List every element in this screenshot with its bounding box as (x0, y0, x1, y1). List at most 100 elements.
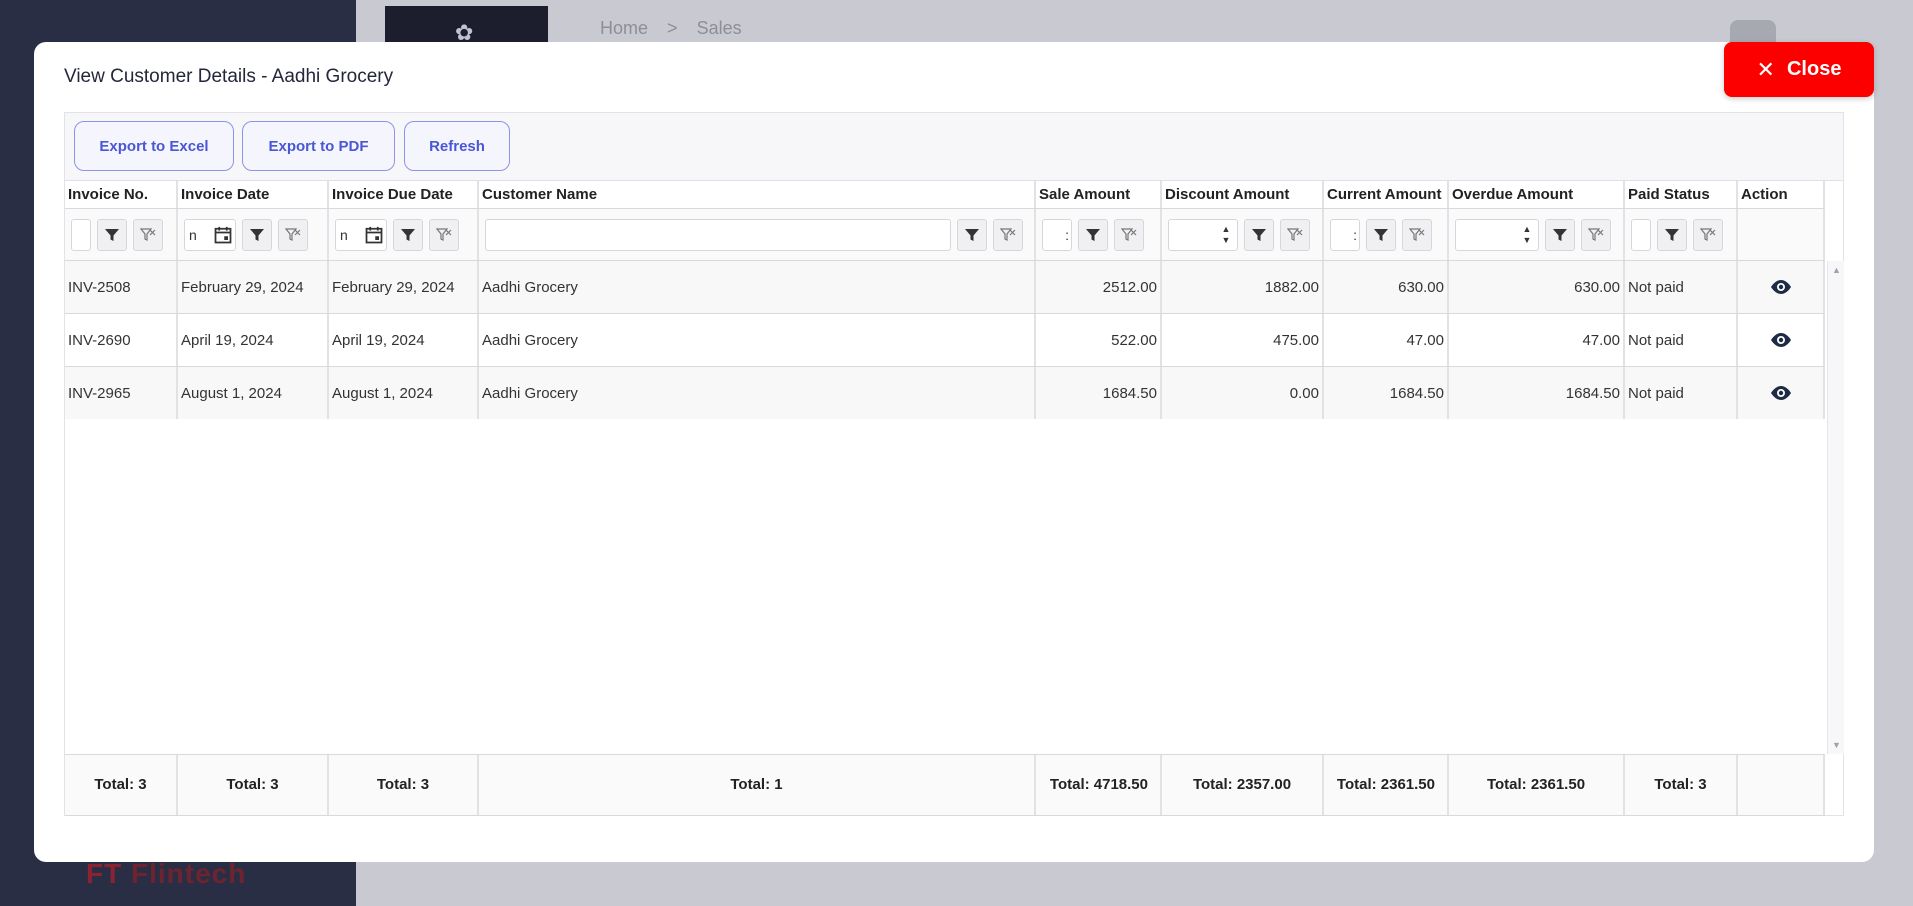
calendar-icon[interactable] (213, 225, 233, 245)
calendar-icon[interactable] (364, 225, 384, 245)
vertical-scrollbar[interactable]: ▲ ▼ (1827, 261, 1844, 754)
action-cell (1738, 314, 1825, 366)
customer-name-filter-input[interactable] (485, 218, 951, 251)
column-header-invoice-no[interactable]: Invoice No. (65, 181, 178, 208)
view-eye-icon[interactable] (1741, 332, 1820, 348)
modal-title: View Customer Details - Aadhi Grocery (64, 66, 394, 87)
clear-filter-icon[interactable] (1114, 218, 1144, 251)
sale-amount-cell: 522.00 (1036, 314, 1162, 366)
grid-footer-totals: Total: 3 Total: 3 Total: 3 Total: 1 Tota… (65, 754, 1825, 816)
filter-icon[interactable] (1078, 218, 1108, 251)
filter-cell-invoice-due-date: n (329, 209, 479, 260)
invoice-due-date-cell: August 1, 2024 (329, 367, 479, 419)
column-header-invoice-due-date[interactable]: Invoice Due Date (329, 181, 479, 208)
filter-icon[interactable] (1244, 218, 1274, 251)
spinner-arrows-icon[interactable]: ▲ ▼ (1516, 225, 1538, 245)
column-header-overdue-amount[interactable]: Overdue Amount (1449, 181, 1625, 208)
customer-details-modal: View Customer Details - Aadhi Grocery Ex… (34, 42, 1874, 862)
column-header-invoice-date[interactable]: Invoice Date (178, 181, 329, 208)
clear-filter-icon[interactable] (1581, 218, 1611, 251)
clear-filter-icon[interactable] (1280, 218, 1310, 251)
filter-cell-paid-status (1625, 209, 1738, 260)
clear-filter-icon[interactable] (278, 218, 308, 251)
view-eye-icon[interactable] (1741, 279, 1820, 295)
customer-name-cell: Aadhi Grocery (479, 367, 1036, 419)
discount-amount-filter-input[interactable]: ▲ ▼ (1168, 218, 1238, 251)
filter-cell-invoice-no (65, 209, 178, 260)
filter-cell-discount-amount: ▲ ▼ (1162, 209, 1324, 260)
table-row[interactable]: INV-2690 April 19, 2024 April 19, 2024 A… (65, 314, 1825, 367)
filter-cell-invoice-date: n (178, 209, 329, 260)
view-eye-icon[interactable] (1741, 385, 1820, 401)
filter-icon[interactable] (242, 218, 272, 251)
overdue-amount-cell: 630.00 (1449, 261, 1625, 313)
clear-filter-icon[interactable] (429, 218, 459, 251)
paid-status-cell: Not paid (1625, 314, 1738, 366)
total-invoice-due-date: Total: 3 (329, 755, 479, 815)
overdue-amount-cell: 1684.50 (1449, 367, 1625, 419)
close-icon: ✕ (1756, 56, 1775, 82)
action-cell (1738, 367, 1825, 419)
overdue-amount-cell: 47.00 (1449, 314, 1625, 366)
filter-cell-action (1738, 209, 1825, 260)
filter-icon[interactable] (1366, 218, 1396, 251)
spinner-arrows-icon[interactable]: ▲ ▼ (1215, 225, 1237, 245)
action-cell (1738, 261, 1825, 313)
export-excel-button[interactable]: Export to Excel (74, 121, 234, 171)
invoice-grid: Export to Excel Export to PDF Refresh In… (64, 112, 1844, 816)
column-header-paid-status[interactable]: Paid Status (1625, 181, 1738, 208)
clear-filter-icon[interactable] (993, 218, 1023, 251)
filter-icon[interactable] (957, 218, 987, 251)
column-header-customer-name[interactable]: Customer Name (479, 181, 1036, 208)
table-row[interactable]: INV-2965 August 1, 2024 August 1, 2024 A… (65, 367, 1825, 419)
invoice-date-filter-input[interactable]: n (184, 218, 236, 251)
total-sale-amount: Total: 4718.50 (1036, 755, 1162, 815)
grid-header-row: Invoice No. Invoice Date Invoice Due Dat… (65, 181, 1825, 209)
column-header-sale-amount[interactable]: Sale Amount (1036, 181, 1162, 208)
total-invoice-no: Total: 3 (65, 755, 178, 815)
current-amount-filter-input[interactable]: : (1330, 218, 1360, 251)
table-row[interactable]: INV-2508 February 29, 2024 February 29, … (65, 261, 1825, 314)
current-amount-cell: 630.00 (1324, 261, 1449, 313)
invoice-due-date-filter-input[interactable]: n (335, 218, 387, 251)
current-amount-cell: 1684.50 (1324, 367, 1449, 419)
invoice-no-cell: INV-2690 (65, 314, 178, 366)
invoice-no-cell: INV-2965 (65, 367, 178, 419)
close-button[interactable]: ✕ Close (1724, 42, 1874, 97)
grid-filter-row: n n : ▲ ▼: ▲ ▼ (65, 209, 1825, 261)
column-header-current-amount[interactable]: Current Amount (1324, 181, 1449, 208)
background-breadcrumb: Home > Sales (600, 18, 742, 38)
paid-status-filter-input[interactable] (1631, 218, 1651, 251)
refresh-button[interactable]: Refresh (404, 121, 510, 171)
filter-icon[interactable] (1657, 218, 1687, 251)
filter-cell-current-amount: : (1324, 209, 1449, 260)
total-invoice-date: Total: 3 (178, 755, 329, 815)
background-brand: FT Flintech (86, 858, 247, 889)
total-current-amount: Total: 2361.50 (1324, 755, 1449, 815)
sale-amount-filter-input[interactable]: : (1042, 218, 1072, 251)
total-discount-amount: Total: 2357.00 (1162, 755, 1324, 815)
discount-amount-cell: 0.00 (1162, 367, 1324, 419)
customer-name-cell: Aadhi Grocery (479, 314, 1036, 366)
invoice-no-cell: INV-2508 (65, 261, 178, 313)
filter-icon[interactable] (393, 218, 423, 251)
grid-toolbar: Export to Excel Export to PDF Refresh (65, 113, 1843, 181)
filter-icon[interactable] (97, 218, 127, 251)
column-header-discount-amount[interactable]: Discount Amount (1162, 181, 1324, 208)
scroll-up-icon[interactable]: ▲ (1832, 265, 1841, 275)
scroll-down-icon[interactable]: ▼ (1832, 740, 1841, 750)
filter-icon[interactable] (1545, 218, 1575, 251)
filter-cell-sale-amount: : (1036, 209, 1162, 260)
invoice-date-cell: August 1, 2024 (178, 367, 329, 419)
clear-filter-icon[interactable] (1693, 218, 1723, 251)
total-action (1738, 755, 1825, 815)
clear-filter-icon[interactable] (1402, 218, 1432, 251)
column-header-action: Action (1738, 181, 1825, 208)
clear-filter-icon[interactable] (133, 218, 163, 251)
overdue-amount-filter-input[interactable]: ▲ ▼ (1455, 218, 1539, 251)
brand-mark-icon: FT (86, 858, 123, 889)
export-pdf-button[interactable]: Export to PDF (242, 121, 395, 171)
sale-amount-cell: 2512.00 (1036, 261, 1162, 313)
discount-amount-cell: 475.00 (1162, 314, 1324, 366)
invoice-no-filter-input[interactable] (71, 218, 91, 251)
